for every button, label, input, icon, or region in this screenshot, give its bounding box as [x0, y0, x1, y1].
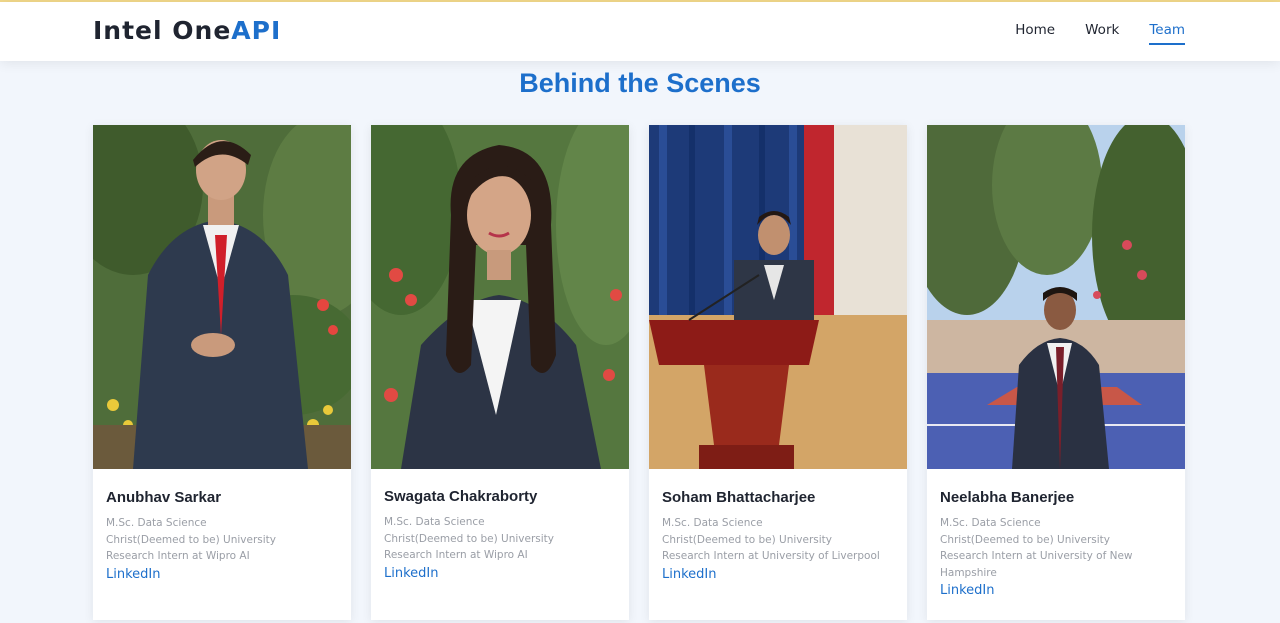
member-degree: M.Sc. Data Science	[384, 516, 485, 528]
member-degree: M.Sc. Data Science	[940, 517, 1041, 529]
member-role: Research Intern at University of Liverpo…	[662, 550, 880, 562]
linkedin-link[interactable]: LinkedIn	[106, 567, 160, 582]
team-card: Anubhav Sarkar M.Sc. Data Science Christ…	[93, 125, 351, 620]
member-university: Christ(Deemed to be) University	[384, 532, 555, 545]
section-title: Behind the Scenes	[519, 68, 761, 98]
member-role: Research Intern at Wipro AI	[106, 550, 250, 562]
member-role: Research Intern at Wipro AI	[384, 549, 528, 561]
team-card: Neelabha Banerjee M.Sc. Data Science Chr…	[927, 125, 1185, 620]
member-name: Swagata Chakraborty	[384, 488, 538, 505]
nav-home-link[interactable]: Home	[1015, 22, 1055, 45]
member-university: Christ(Deemed to be) University	[106, 533, 277, 546]
member-name: Soham Bhattacharjee	[662, 489, 816, 506]
logo-accent-text: API	[231, 16, 282, 45]
member-role: Research Intern at University of New Ham…	[940, 550, 1133, 579]
member-degree: M.Sc. Data Science	[106, 517, 207, 529]
member-degree: M.Sc. Data Science	[662, 517, 763, 529]
member-photo	[371, 125, 629, 469]
main-nav: Home Work Team	[985, 22, 1185, 45]
team-card: Swagata Chakraborty M.Sc. Data Science C…	[371, 125, 629, 620]
nav-team-link[interactable]: Team	[1149, 22, 1185, 45]
linkedin-link[interactable]: LinkedIn	[384, 566, 438, 581]
member-university: Christ(Deemed to be) University	[940, 533, 1111, 546]
member-name: Neelabha Banerjee	[940, 489, 1075, 506]
team-cards: Anubhav Sarkar M.Sc. Data Science Christ…	[93, 125, 1185, 620]
member-photo	[649, 125, 907, 469]
member-name: Anubhav Sarkar	[106, 489, 222, 506]
site-logo[interactable]: Intel OneAPI	[93, 16, 281, 45]
logo-main-text: Intel One	[93, 16, 232, 45]
site-header: Intel OneAPI Home Work Team	[0, 2, 1280, 61]
linkedin-link[interactable]: LinkedIn	[940, 583, 994, 598]
team-card: Soham Bhattacharjee M.Sc. Data Science C…	[649, 125, 907, 620]
member-photo	[93, 125, 351, 469]
member-photo	[927, 125, 1185, 469]
member-university: Christ(Deemed to be) University	[662, 533, 833, 546]
nav-work-link[interactable]: Work	[1085, 22, 1119, 45]
linkedin-link[interactable]: LinkedIn	[662, 567, 716, 582]
